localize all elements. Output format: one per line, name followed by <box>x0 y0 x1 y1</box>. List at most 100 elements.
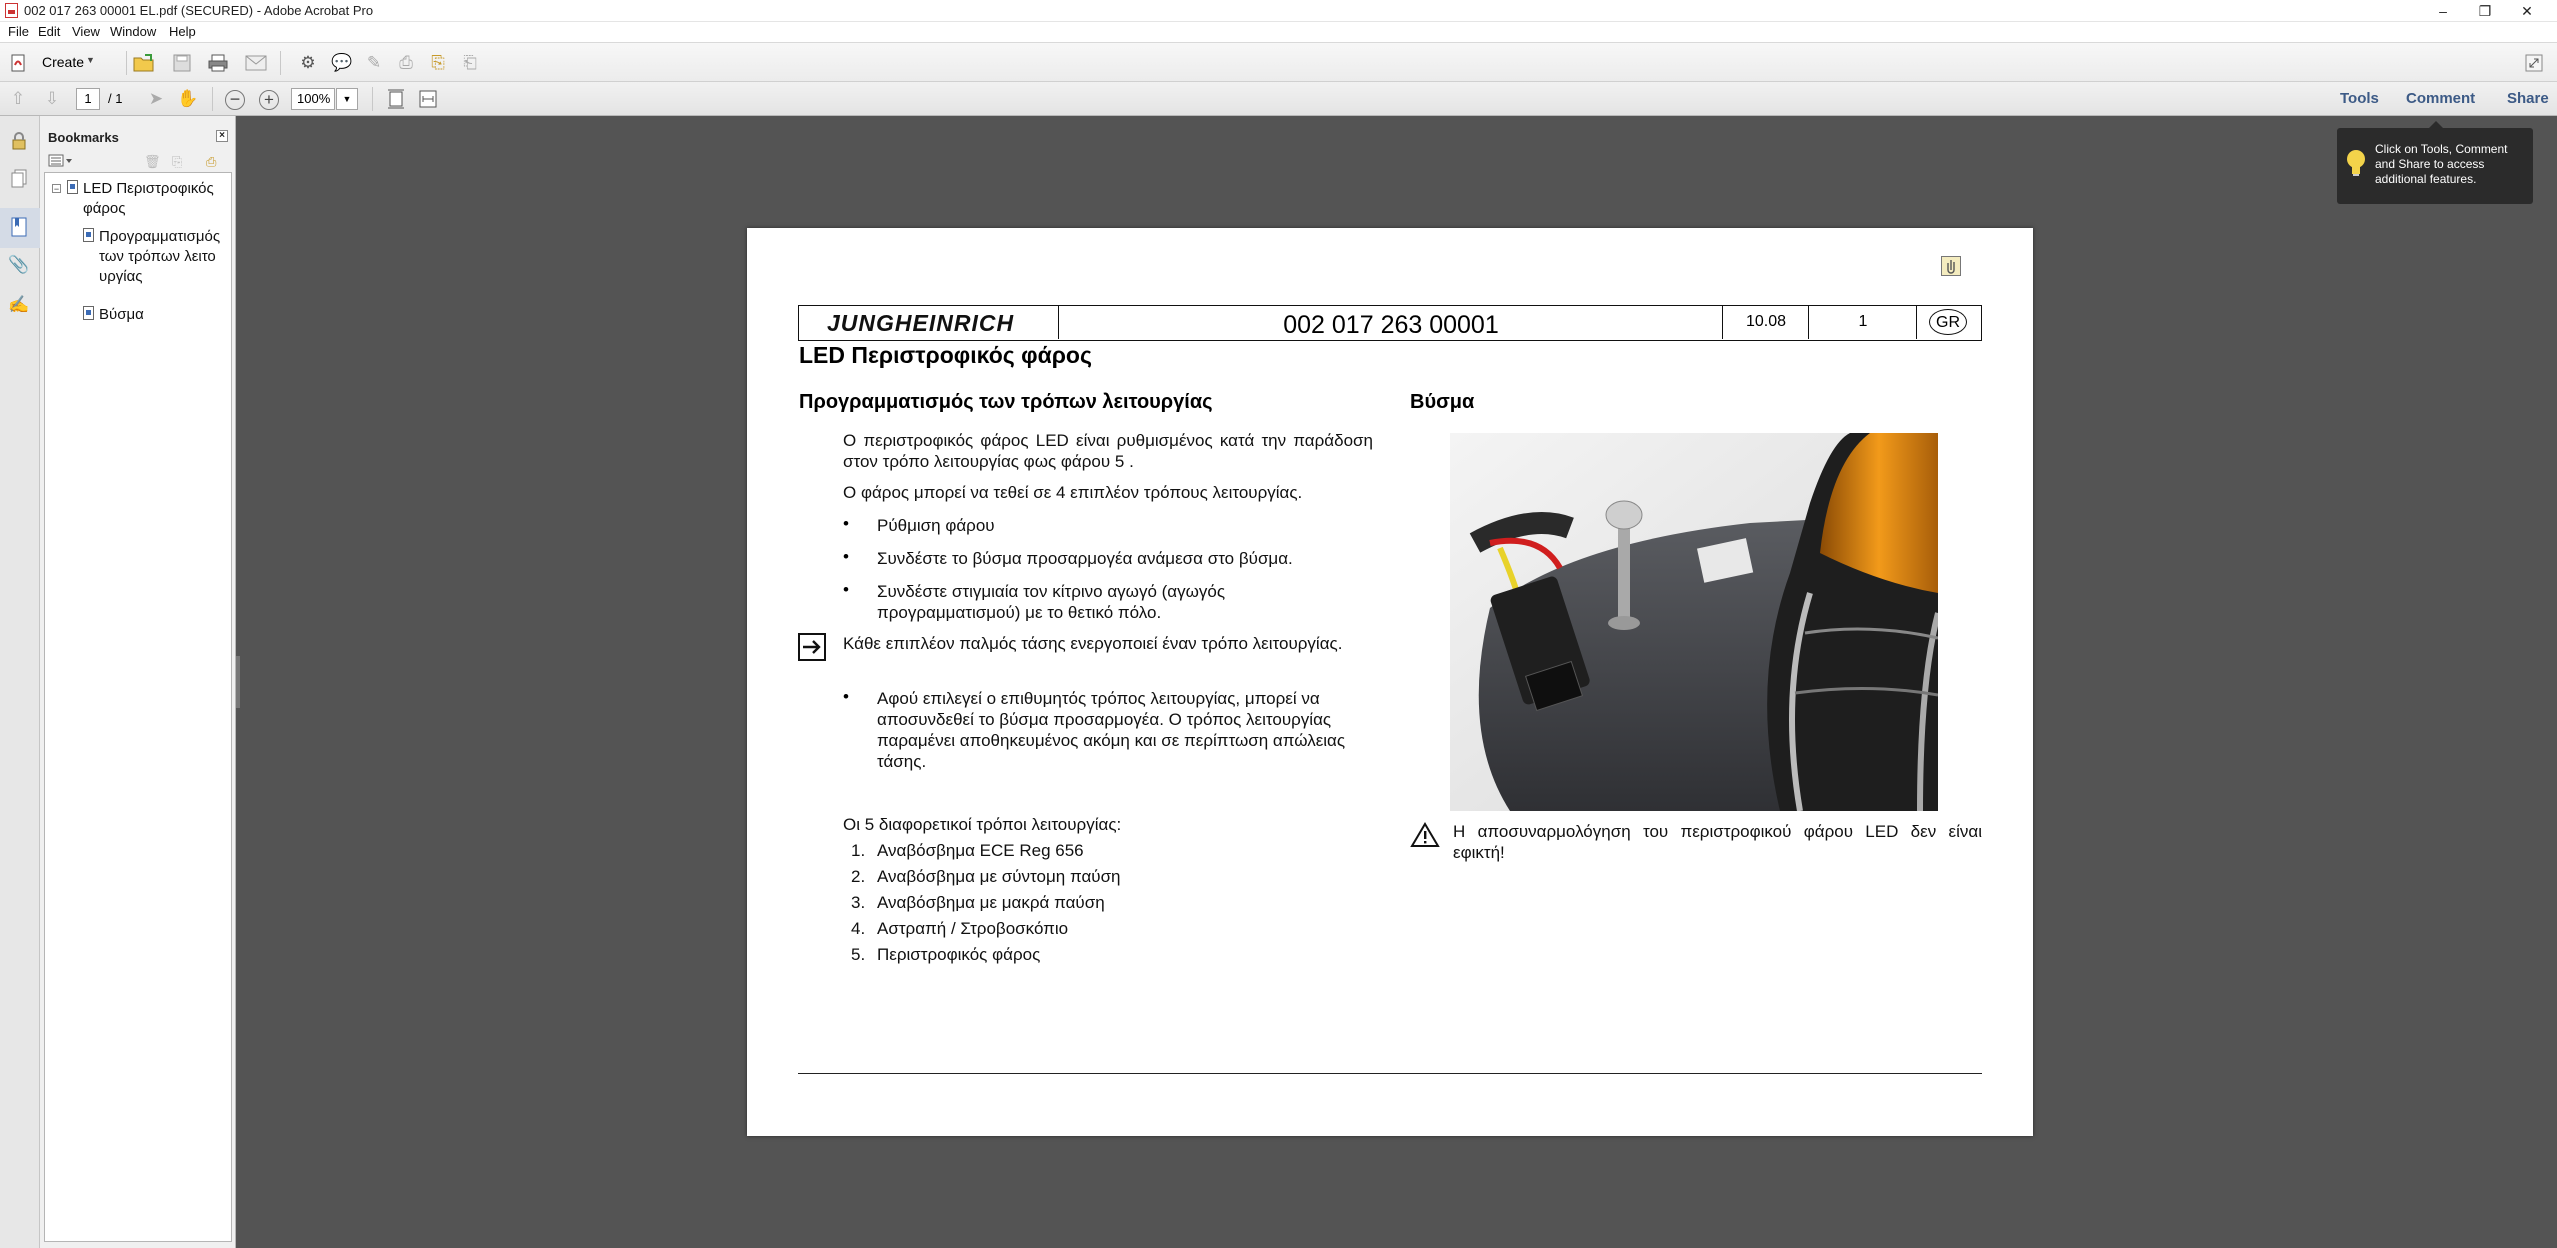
restore-button[interactable]: ❐ <box>2462 0 2508 22</box>
toolbar-separator <box>212 87 213 111</box>
delete-bookmark-icon[interactable]: 🗑 <box>144 154 161 170</box>
menu-window[interactable]: Window <box>110 24 156 39</box>
language-badge: GR <box>1929 309 1967 335</box>
menu-file[interactable]: File <box>8 24 29 39</box>
page-number-input[interactable]: 1 <box>76 88 100 110</box>
bookmark-item-led[interactable]: LED Περιστροφικός φάρος <box>83 179 223 219</box>
language-cell: GR <box>1917 306 1980 339</box>
comment-link[interactable]: Comment <box>2406 90 2475 107</box>
window-title: 002 017 263 00001 EL.pdf (SECURED) - Ado… <box>24 3 374 18</box>
signatures-icon[interactable]: ✍ <box>6 292 32 318</box>
main-toolbar: Create ▼ ⚙ 💬 ✎ ⎙ ⎘ ⎗ <box>0 42 2557 82</box>
attachments-icon[interactable]: 📎 <box>6 252 32 278</box>
footer-divider <box>798 1073 1982 1074</box>
date-cell: 10.08 <box>1723 306 1809 339</box>
zoom-in-icon[interactable]: + <box>259 90 279 110</box>
lock-icon[interactable] <box>6 128 32 154</box>
toolbar-separator <box>372 87 373 111</box>
bookmarks-icon[interactable] <box>6 214 32 240</box>
logo-cell: JUNGHEINRICH <box>799 306 1059 339</box>
attach-file-icon[interactable]: ⎘ <box>426 51 450 75</box>
select-cursor-icon[interactable]: ➤ <box>144 87 168 111</box>
share-link[interactable]: Share <box>2507 90 2549 107</box>
document-header-table: JUNGHEINRICH 002 017 263 00001 10.08 1 G… <box>798 305 1982 341</box>
toolbar-separator <box>280 51 281 75</box>
zoom-level-input[interactable]: 100% <box>291 88 335 110</box>
toolbar-separator <box>126 51 127 75</box>
bullet-text: Αφού επιλεγεί ο επιθυμητός τρόπος λειτου… <box>877 689 1346 771</box>
fit-width-icon[interactable] <box>416 87 440 111</box>
collapse-toggle-icon[interactable]: − <box>52 184 61 194</box>
doc-number: 002 017 263 00001 <box>1283 311 1499 339</box>
bookmark-icon <box>67 180 78 194</box>
paragraph-default-mode: Ο περιστροφικός φάρος LED είναι ρυθμισμέ… <box>843 431 1373 471</box>
title-bar: 002 017 263 00001 EL.pdf (SECURED) - Ado… <box>0 0 2557 22</box>
mode-number: 4. <box>851 919 866 938</box>
mode-number: 3. <box>851 893 866 912</box>
menu-edit[interactable]: Edit <box>38 24 60 39</box>
create-button[interactable]: Create ▼ <box>6 50 100 76</box>
zoom-out-icon[interactable]: − <box>225 90 245 110</box>
save-icon[interactable] <box>170 51 194 75</box>
doc-number-cell: 002 017 263 00001 <box>1059 306 1723 339</box>
expand-bookmark-icon[interactable]: ⎙ <box>206 154 216 170</box>
modes-intro: Οι 5 διαφορετικοί τρόποι λειτουργίας: <box>843 815 1122 834</box>
mode-text: Αστραπή / Στροβοσκόπιο <box>877 919 1069 938</box>
previous-page-icon[interactable]: ⇧ <box>6 87 30 111</box>
fit-page-icon[interactable] <box>384 87 408 111</box>
minimize-button[interactable]: – <box>2420 0 2466 22</box>
close-panel-icon[interactable]: × <box>216 130 228 142</box>
bullet-text: Ρύθμιση φάρου <box>877 516 995 535</box>
bookmark-options-icon[interactable] <box>48 154 72 168</box>
page-thumbnails-icon[interactable] <box>6 166 32 192</box>
panel-resize-handle[interactable] <box>236 656 240 708</box>
bookmark-item-programming[interactable]: Προγραμματισμός των τρόπων λειτουργίας <box>99 227 223 287</box>
bookmarks-panel: Bookmarks × 🗑 ⎘ ⎙ − LED Περιστροφικός φά… <box>40 116 236 1248</box>
tooltip-text: Click on Tools, Comment and Share to acc… <box>2375 142 2508 186</box>
bookmarks-title: Bookmarks <box>48 130 119 145</box>
bullet-marker: • <box>843 580 849 599</box>
stamp-icon[interactable]: ⎙ <box>394 51 418 75</box>
email-icon[interactable] <box>244 51 268 75</box>
bookmarks-tree: − LED Περιστροφικός φάρος Προγραμματισμό… <box>44 172 232 1242</box>
navigation-toolbar: ⇧ ⇩ 1 / 1 ➤ ✋ − + 100% ▼ Tools Comment S… <box>0 82 2557 116</box>
next-page-icon[interactable]: ⇩ <box>40 87 64 111</box>
page-cell: 1 <box>1809 306 1917 339</box>
menu-view[interactable]: View <box>72 24 100 39</box>
open-icon[interactable] <box>132 51 156 75</box>
create-label: Create <box>42 54 85 70</box>
mode-number: 1. <box>851 841 866 860</box>
warning-triangle-icon <box>1410 822 1440 847</box>
print-icon[interactable] <box>206 51 230 75</box>
settings-gear-icon[interactable]: ⚙ <box>296 51 320 75</box>
attachment-annotation-icon[interactable] <box>1941 256 1961 276</box>
hand-tool-icon[interactable]: ✋ <box>176 87 200 111</box>
bullet-marker: • <box>843 687 849 706</box>
new-bookmark-icon[interactable]: ⎘ <box>172 154 182 170</box>
bookmarks-toolbar: 🗑 ⎘ ⎙ <box>40 144 236 172</box>
tools-link[interactable]: Tools <box>2340 90 2379 107</box>
paragraph-extra-modes: Ο φάρος μπορεί να τεθεί σε 4 επιπλέον τρ… <box>843 483 1303 502</box>
bullet-marker: • <box>843 547 849 566</box>
sign-icon[interactable]: ⎗ <box>458 51 482 75</box>
section-heading-programming: Προγραμματισμός των τρόπων λειτουργίας <box>799 391 1213 413</box>
comment-icon[interactable]: 💬 <box>330 51 354 75</box>
create-pdf-icon <box>11 54 25 72</box>
chevron-down-icon: ▼ <box>86 55 95 65</box>
navigation-rail: 📎 ✍ <box>0 116 40 1248</box>
highlight-icon[interactable]: ✎ <box>362 51 386 75</box>
expand-icon[interactable] <box>2522 51 2546 75</box>
bookmark-icon <box>83 306 94 320</box>
mode-text: Περιστροφικός φάρος <box>877 945 1041 964</box>
bookmark-item-plug[interactable]: Βύσμα <box>99 305 223 325</box>
lightbulb-icon <box>2347 150 2365 176</box>
tools-tooltip: Click on Tools, Comment and Share to acc… <box>2337 121 2533 204</box>
pdf-page: JUNGHEINRICH 002 017 263 00001 10.08 1 G… <box>747 228 2033 1136</box>
doc-page: 1 <box>1858 313 1868 330</box>
document-title: LED Περιστροφικός φάρος <box>799 342 1092 368</box>
mode-text: Αναβόσβημα ECE Reg 656 <box>877 841 1084 860</box>
close-button[interactable]: ✕ <box>2504 0 2550 22</box>
menu-help[interactable]: Help <box>169 24 196 39</box>
zoom-dropdown-icon[interactable]: ▼ <box>336 88 358 110</box>
mode-number: 5. <box>851 945 866 964</box>
